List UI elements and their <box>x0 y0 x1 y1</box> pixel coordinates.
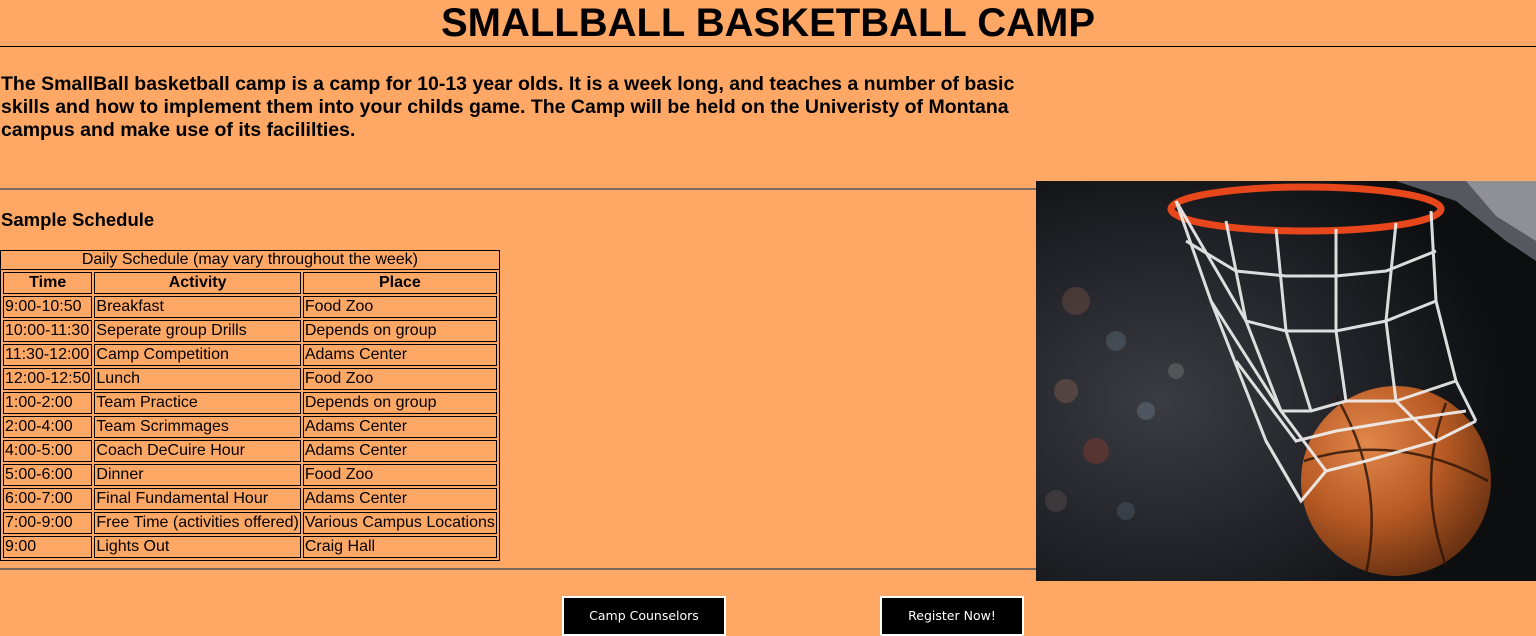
column-header-place: Place <box>302 272 497 294</box>
schedule-body: 9:00-10:50 Breakfast Food Zoo 10:00-11:30 Se… <box>3 296 497 558</box>
column-header-time: Time <box>3 272 93 294</box>
cell-time: 1:00-2:00 <box>3 392 93 414</box>
table-row: 9:00-10:50 Breakfast Food Zoo <box>3 296 497 318</box>
cell-place: Food Zoo <box>302 464 497 486</box>
cell-activity: Lights Out <box>94 536 301 558</box>
header-divider <box>0 46 1536 47</box>
table-row: 12:00-12:50 Lunch Food Zoo <box>3 368 497 390</box>
camp-counselors-button[interactable]: Camp Counselors <box>562 596 726 636</box>
register-now-button[interactable]: Register Now! <box>880 596 1024 636</box>
section-divider-top <box>0 188 1036 190</box>
schedule-heading: Sample Schedule <box>1 209 155 230</box>
table-row: 10:00-11:30 Seperate group Drills Depends … <box>3 320 497 342</box>
cell-place: Depends on group <box>302 320 497 342</box>
cell-place: Craig Hall <box>302 536 497 558</box>
table-row: 7:00-9:00 Free Time (activities offered) V… <box>3 512 497 534</box>
cell-activity: Dinner <box>94 464 301 486</box>
cell-activity: Free Time (activities offered) <box>94 512 301 534</box>
cell-activity: Team Scrimmages <box>94 416 301 438</box>
cell-place: Adams Center <box>302 416 497 438</box>
cell-activity: Camp Competition <box>94 344 301 366</box>
basketball-hoop-photo <box>1036 181 1536 581</box>
cell-activity: Seperate group Drills <box>94 320 301 342</box>
cell-time: 12:00-12:50 <box>3 368 93 390</box>
section-divider-bottom <box>0 568 1036 570</box>
cell-place: Various Campus Locations <box>302 512 497 534</box>
schedule-header-row: Time Activity Place <box>3 272 497 294</box>
page: SMALLBALL BASKETBALL CAMP The SmallBall … <box>0 0 1536 636</box>
table-row: 6:00-7:00 Final Fundamental Hour Adams Cen… <box>3 488 497 510</box>
cell-time: 5:00-6:00 <box>3 464 93 486</box>
table-row: 11:30-12:00 Camp Competition Adams Center <box>3 344 497 366</box>
table-row: 5:00-6:00 Dinner Food Zoo <box>3 464 497 486</box>
cell-time: 10:00-11:30 <box>3 320 93 342</box>
table-row: 4:00-5:00 Coach DeCuire Hour Adams Center <box>3 440 497 462</box>
cell-time: 9:00-10:50 <box>3 296 93 318</box>
table-row: 2:00-4:00 Team Scrimmages Adams Center <box>3 416 497 438</box>
cell-place: Adams Center <box>302 440 497 462</box>
cell-time: 11:30-12:00 <box>3 344 93 366</box>
cell-activity: Team Practice <box>94 392 301 414</box>
cell-time: 7:00-9:00 <box>3 512 93 534</box>
cell-place: Food Zoo <box>302 368 497 390</box>
cell-time: 2:00-4:00 <box>3 416 93 438</box>
cell-time: 9:00 <box>3 536 93 558</box>
cell-place: Adams Center <box>302 344 497 366</box>
cell-time: 6:00-7:00 <box>3 488 93 510</box>
schedule-table: Daily Schedule (may vary throughout the … <box>0 250 500 561</box>
cell-place: Adams Center <box>302 488 497 510</box>
cell-time: 4:00-5:00 <box>3 440 93 462</box>
cell-activity: Coach DeCuire Hour <box>94 440 301 462</box>
page-title: SMALLBALL BASKETBALL CAMP <box>440 1 1096 45</box>
cell-activity: Breakfast <box>94 296 301 318</box>
column-header-activity: Activity <box>94 272 301 294</box>
table-row: 1:00-2:00 Team Practice Depends on group <box>3 392 497 414</box>
cell-activity: Lunch <box>94 368 301 390</box>
cell-place: Food Zoo <box>302 296 497 318</box>
intro-paragraph: The SmallBall basketball camp is a camp … <box>1 73 1015 141</box>
basketball-hoop-image <box>1036 181 1536 581</box>
cell-activity: Final Fundamental Hour <box>94 488 301 510</box>
schedule-caption: Daily Schedule (may vary throughout the … <box>0 250 500 269</box>
table-row: 9:00 Lights Out Craig Hall <box>3 536 497 558</box>
cell-place: Depends on group <box>302 392 497 414</box>
